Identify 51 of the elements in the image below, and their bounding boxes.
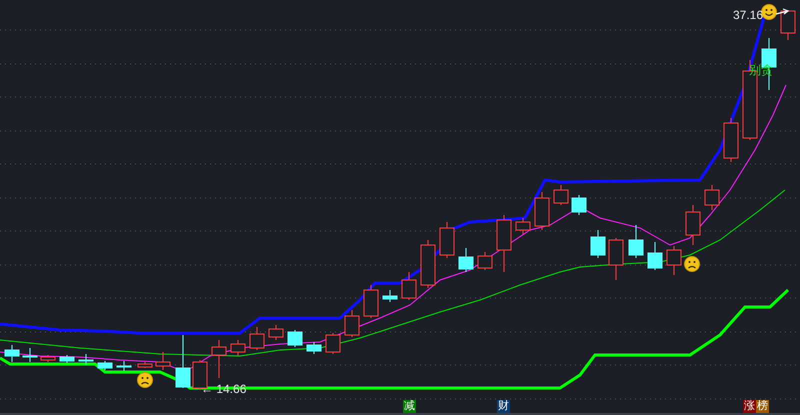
candlestick: [666, 246, 682, 276]
signal-marker: 财: [497, 400, 510, 413]
arrow-icon: [775, 8, 790, 15]
candlestick: [192, 360, 208, 390]
candlestick: [344, 310, 360, 338]
signal-marker: 减: [403, 400, 416, 413]
candlestick: [608, 238, 624, 280]
candlestick: [724, 118, 738, 162]
candlestick: [686, 204, 700, 246]
signal-marker: 涨: [743, 400, 756, 413]
low-price-label: ← 14.66: [201, 382, 246, 396]
candlestick: [156, 352, 170, 370]
candlestick: [534, 192, 550, 230]
candlestick: [402, 272, 416, 300]
sad-face-icon: [684, 256, 700, 272]
candlestick: [268, 324, 284, 340]
candlestick: [22, 348, 38, 362]
candlestick: [648, 242, 662, 270]
candlestick: [554, 184, 568, 206]
candlestick: [230, 340, 246, 356]
candlestick: [478, 252, 492, 270]
candlestick: [628, 224, 644, 258]
candlestick: [420, 240, 436, 288]
candlestick: [382, 290, 398, 302]
candlestick: [458, 248, 474, 272]
signal-marker: 榜: [756, 400, 769, 413]
candlestick: [572, 194, 586, 216]
candlestick: [98, 360, 112, 370]
candlestick: [704, 184, 720, 210]
candlestick: [212, 340, 226, 378]
candlestick: [288, 330, 302, 348]
candlestick: [40, 354, 56, 362]
candlestick: [60, 354, 74, 364]
candlestick: [138, 362, 152, 368]
candlestick: [176, 334, 190, 388]
candlestick: [78, 354, 94, 366]
sad-face-icon: [137, 372, 153, 388]
candlestick: [250, 326, 264, 350]
candlestick: [306, 342, 322, 354]
smiley-face-icon: [761, 4, 777, 20]
candlestick: [4, 344, 20, 362]
candlestick: [590, 230, 606, 258]
candlestick: [326, 332, 340, 354]
candlestick: [116, 360, 132, 372]
candlestick: [364, 284, 378, 318]
candlestick: [516, 218, 530, 234]
candlestick: [762, 38, 776, 90]
high-price-label: 37.16: [733, 8, 764, 22]
candlestick: [440, 222, 454, 258]
candlestick: [496, 214, 512, 272]
candlestick: [780, 10, 796, 40]
